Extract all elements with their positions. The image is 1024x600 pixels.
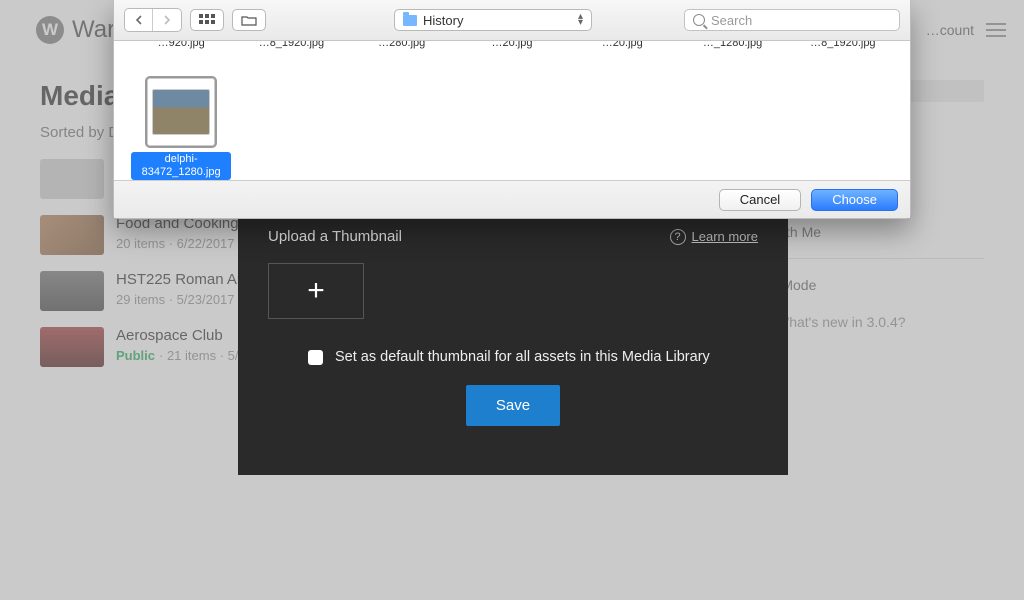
chevron-left-icon — [135, 15, 143, 25]
updown-icon: ▴▾ — [578, 14, 583, 26]
upload-thumbnail-modal: Upload a Thumbnail ? Learn more + Set as… — [238, 210, 788, 475]
file-item[interactable]: …_1280.jpg — [677, 41, 787, 50]
grid-icon — [199, 14, 215, 26]
file-item-selected[interactable]: delphi-83472_1280.jpg — [126, 78, 236, 180]
nav-forward-button[interactable] — [153, 9, 181, 31]
learn-more-label: Learn more — [692, 229, 758, 244]
file-thumb — [147, 78, 215, 146]
folder-path-dropdown[interactable]: History ▴▾ — [394, 9, 592, 31]
save-button[interactable]: Save — [466, 385, 560, 426]
folder-name: History — [423, 13, 463, 28]
help-icon: ? — [670, 229, 686, 245]
checkbox-label: Set as default thumbnail for all assets … — [335, 349, 710, 365]
file-picker-footer: Cancel Choose — [114, 180, 910, 218]
chevron-right-icon — [163, 15, 171, 25]
modal-title: Upload a Thumbnail — [268, 228, 402, 245]
file-name: delphi-83472_1280.jpg — [131, 152, 231, 180]
search-placeholder: Search — [711, 13, 752, 28]
nav-back-forward — [124, 8, 182, 32]
file-item[interactable]: …920.jpg — [126, 41, 236, 50]
file-picker-toolbar: History ▴▾ Search — [114, 0, 910, 41]
nav-back-button[interactable] — [125, 9, 153, 31]
group-button[interactable] — [232, 9, 266, 31]
view-mode-button[interactable] — [190, 9, 224, 31]
folder-icon — [241, 14, 257, 26]
file-browser[interactable]: …920.jpg …8_1920.jpg …280.jpg …20.jpg …2… — [114, 41, 910, 180]
file-item[interactable]: …20.jpg — [567, 41, 677, 50]
search-field[interactable]: Search — [684, 9, 900, 31]
file-item[interactable]: …280.jpg — [347, 41, 457, 50]
folder-badge-icon — [403, 15, 417, 26]
default-thumbnail-checkbox[interactable] — [308, 350, 323, 365]
file-item[interactable]: …8_1920.jpg — [788, 41, 898, 50]
file-item[interactable]: …20.jpg — [457, 41, 567, 50]
learn-more-link[interactable]: ? Learn more — [670, 229, 758, 245]
file-item[interactable]: …8_1920.jpg — [236, 41, 346, 50]
file-picker-sheet: History ▴▾ Search …920.jpg …8_1920.jpg …… — [113, 0, 911, 219]
choose-button[interactable]: Choose — [811, 189, 898, 211]
search-icon — [693, 14, 705, 26]
cancel-button[interactable]: Cancel — [719, 189, 801, 211]
thumbnail-dropzone[interactable]: + — [268, 263, 364, 319]
